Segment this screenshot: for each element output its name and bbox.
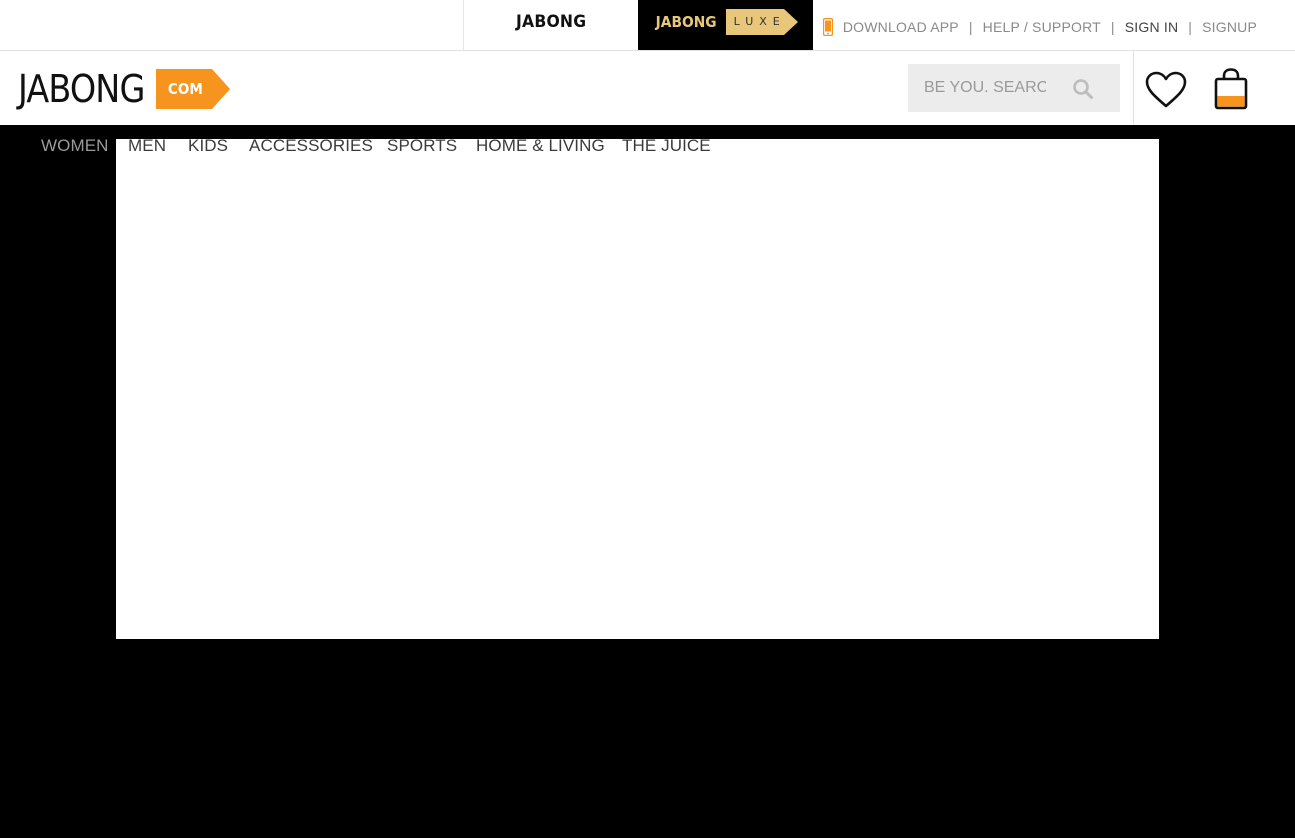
nav-item-sports[interactable]: SPORTS <box>387 136 457 156</box>
logo-word: JABONG <box>18 67 145 111</box>
shopping-bag-icon[interactable] <box>1214 68 1248 110</box>
tab-jabong-luxe[interactable]: JABONG LUXE <box>638 0 813 50</box>
luxe-tag: LUXE <box>725 9 798 35</box>
top-utility-bar: JABONG JABONG LUXE DOWNLOAD APP | HELP /… <box>0 0 1295 51</box>
search-icon[interactable] <box>1072 78 1094 100</box>
main-header: JABONG COM <box>0 51 1295 125</box>
separator: | <box>1188 19 1193 35</box>
category-nav: WOMEN MEN KIDS ACCESSORIES SPORTS HOME &… <box>0 125 1295 169</box>
nav-item-women[interactable]: WOMEN <box>41 136 109 156</box>
phone-icon <box>822 18 833 36</box>
heart-icon[interactable] <box>1145 71 1187 109</box>
nav-item-men[interactable]: MEN <box>128 136 166 156</box>
logo-tag: COM <box>167 80 203 98</box>
nav-item-accessories[interactable]: ACCESSORIES <box>249 136 373 156</box>
help-support-link[interactable]: HELP / SUPPORT <box>983 19 1101 35</box>
sign-in-link[interactable]: SIGN IN <box>1125 19 1179 35</box>
mega-menu-panel <box>116 139 1159 639</box>
luxe-tag-label: LUXE <box>733 15 786 28</box>
utility-links: DOWNLOAD APP | HELP / SUPPORT | SIGN IN … <box>822 17 1257 37</box>
nav-item-kids[interactable]: KIDS <box>188 136 228 156</box>
separator: | <box>968 19 973 35</box>
header-divider <box>1133 51 1134 125</box>
separator: | <box>1110 19 1115 35</box>
nav-item-the-juice[interactable]: THE JUICE <box>622 136 711 156</box>
tab-jabong[interactable]: JABONG <box>463 0 639 50</box>
signup-link[interactable]: SIGNUP <box>1202 19 1257 35</box>
jabong-logo[interactable]: JABONG COM <box>18 69 230 111</box>
nav-item-home-living[interactable]: HOME & LIVING <box>476 136 605 156</box>
search-input[interactable] <box>924 79 1046 97</box>
tab-jabong-label: JABONG <box>516 12 587 32</box>
search-box <box>908 64 1120 112</box>
tab-luxe-brand: JABONG <box>656 13 717 31</box>
download-app-link[interactable]: DOWNLOAD APP <box>843 19 959 35</box>
